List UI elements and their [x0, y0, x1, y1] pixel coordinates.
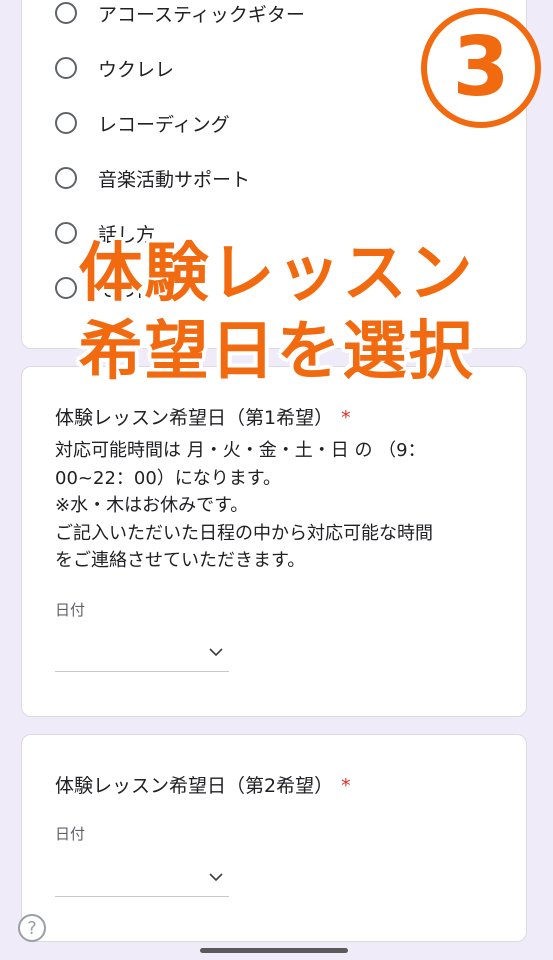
option-label: レコーディング: [98, 113, 230, 136]
date-input-2[interactable]: [55, 861, 229, 897]
question-title: 体験レッスン希望日（第1希望） *: [55, 403, 351, 430]
overlay-heading-line2: 希望日を選択: [78, 315, 475, 389]
question-title-text: 体験レッスン希望日（第1希望）: [55, 407, 334, 429]
description-line: をご連絡させていただきます。: [55, 550, 306, 571]
radio-button[interactable]: [55, 167, 77, 189]
date-field-label: 日付: [55, 825, 86, 843]
description-line: ※水・木はお休みです。: [55, 495, 249, 516]
description-line: 00~22：00）になります。: [55, 467, 281, 489]
help-icon[interactable]: ?: [18, 914, 46, 942]
date-question-1-card: 体験レッスン希望日（第1希望） * 対応可能時間は 月・火・金・土・日 の （9：…: [21, 366, 527, 717]
required-mark: *: [341, 407, 351, 429]
option-acoustic-guitar[interactable]: アコースティックギター: [55, 0, 305, 28]
radio-button[interactable]: [55, 112, 77, 134]
required-mark: *: [341, 775, 351, 797]
radio-button[interactable]: [55, 57, 77, 79]
chevron-down-icon: [209, 873, 223, 882]
chevron-down-icon: [209, 648, 223, 657]
question-title-text: 体験レッスン希望日（第2希望）: [55, 775, 334, 797]
option-recording[interactable]: レコーディング: [55, 108, 230, 138]
option-music-support[interactable]: 音楽活動サポート: [55, 163, 250, 193]
option-label: 音楽活動サポート: [98, 168, 251, 191]
description-line: 対応可能時間は 月・火・金・土・日 の （9：: [55, 440, 426, 461]
question-description: 対応可能時間は 月・火・金・土・日 の （9： 00~22：00）になります。 …: [55, 437, 485, 575]
step-number-badge: 3: [421, 8, 541, 128]
home-indicator-bar: [200, 948, 348, 953]
date-input-1[interactable]: [55, 636, 229, 672]
option-label: アコースティックギター: [98, 3, 305, 26]
description-line: ご記入いただいた日程の中から対応可能な時間: [55, 522, 433, 544]
option-label: ウクレレ: [98, 58, 175, 81]
option-ukulele[interactable]: ウクレレ: [55, 53, 174, 83]
date-question-2-card: 体験レッスン希望日（第2希望） * 日付: [21, 734, 527, 942]
question-title: 体験レッスン希望日（第2希望） *: [55, 771, 351, 798]
radio-button[interactable]: [55, 2, 77, 24]
date-field-label: 日付: [55, 601, 86, 619]
